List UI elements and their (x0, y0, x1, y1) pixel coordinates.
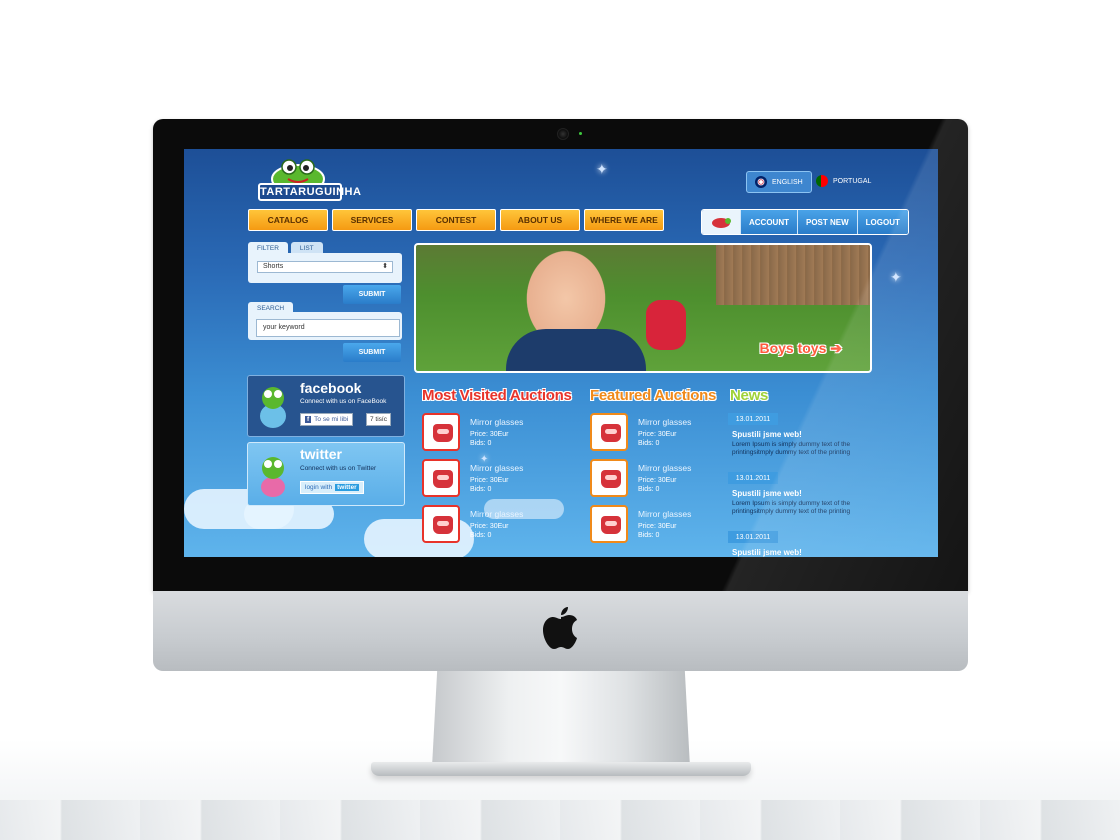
auction-item[interactable]: Mirror glasses Price: 30Eur Bids: 0 (422, 505, 582, 547)
like-label: To se mi libi (314, 416, 349, 423)
login-label: login with (305, 484, 333, 491)
most-visited-title: Most Visited Auctions (422, 387, 572, 404)
post-new-button[interactable]: POST NEW (797, 210, 857, 234)
like-count: 7 tisíc (366, 413, 391, 426)
nav-contest[interactable]: CONTEST (416, 209, 496, 231)
item-name: Mirror glasses (638, 417, 692, 427)
turtle-mascot-icon (702, 210, 740, 234)
nav-services[interactable]: SERVICES (332, 209, 412, 231)
logout-button[interactable]: LOGOUT (856, 210, 908, 234)
facebook-title: facebook (300, 380, 362, 396)
twitter-subtitle: Connect with us on Twitter (300, 465, 377, 472)
nav-where-we-are[interactable]: WHERE WE ARE (584, 209, 664, 231)
select-value: Shorts (263, 263, 284, 270)
glasses-thumbnail (422, 413, 460, 451)
item-price: Price: 30Eur (470, 477, 509, 484)
glasses-thumbnail (590, 413, 628, 451)
child-shirt (506, 329, 646, 371)
star-decoration: ✦ (890, 269, 902, 285)
item-name: Mirror glasses (638, 463, 692, 473)
item-name: Mirror glasses (470, 417, 524, 427)
facebook-box: facebook Connect with us on FaceBook f T… (247, 375, 405, 437)
auction-item[interactable]: Mirror glasses Price: 30Eur Bids: 0 (590, 505, 750, 547)
hero-caption: Boys toys (759, 340, 827, 356)
account-button[interactable]: ACCOUNT (740, 210, 797, 234)
news-headline[interactable]: Spustili jsme web! (732, 489, 802, 498)
facebook-like-button[interactable]: f To se mi libi (300, 413, 354, 426)
item-price: Price: 30Eur (638, 523, 677, 530)
item-name: Mirror glasses (470, 509, 524, 519)
turtle-mascot-icon (260, 387, 286, 428)
portugal-flag-icon (816, 175, 828, 187)
item-bids: Bids: 0 (470, 532, 492, 539)
chevron-down-icon: ⬍ (382, 263, 388, 270)
item-bids: Bids: 0 (470, 440, 492, 447)
star-decoration: ✦ (596, 161, 608, 177)
nav-about-us[interactable]: ABOUT US (500, 209, 580, 231)
monitor-stand-neck (432, 671, 690, 767)
auction-item[interactable]: Mirror glasses Price: 30Eur Bids: 0 (590, 459, 750, 501)
item-bids: Bids: 0 (638, 440, 660, 447)
monitor-stand-foot (371, 762, 751, 776)
news-body: Lorem Ipsum is simply dummy text of the … (732, 441, 851, 456)
featured-title: Featured Auctions (590, 387, 717, 404)
item-bids: Bids: 0 (470, 486, 492, 493)
item-bids: Bids: 0 (638, 486, 660, 493)
wooden-floor (0, 800, 1120, 840)
lang-portugal[interactable]: PORTUGAL (808, 171, 879, 191)
auction-item[interactable]: Mirror glasses Price: 30Eur Bids: 0 (422, 413, 582, 455)
news-body: Lorem Ipsum is simply dummy text of the … (732, 500, 851, 515)
category-select[interactable]: Shorts ⬍ (257, 261, 393, 273)
news-date: 13.01.2011 (728, 531, 778, 543)
facebook-subtitle: Connect with us on FaceBook (300, 398, 387, 405)
news-date: 13.01.2011 (728, 413, 778, 425)
turtle-mascot-icon (261, 457, 285, 497)
news-date: 13.01.2011 (728, 472, 778, 484)
news-headline[interactable]: Spustili jsme web! (732, 430, 802, 439)
item-name: Mirror glasses (638, 509, 692, 519)
twitter-box: twitter Connect with us on Twitter login… (247, 442, 405, 506)
nav-catalog[interactable]: CATALOG (248, 209, 328, 231)
site-logo-text[interactable]: TARTARUGUINHA (258, 183, 361, 201)
glasses-thumbnail (422, 505, 460, 543)
item-price: Price: 30Eur (470, 431, 509, 438)
webcam-icon (557, 128, 569, 140)
glasses-thumbnail (422, 459, 460, 497)
item-price: Price: 30Eur (638, 431, 677, 438)
red-toy (646, 300, 686, 350)
glasses-thumbnail (590, 505, 628, 543)
account-bar: ACCOUNT POST NEW LOGOUT (701, 209, 909, 235)
twitter-brand: twitter (335, 484, 359, 491)
news-title: News (730, 387, 768, 404)
glasses-thumbnail (590, 459, 628, 497)
item-bids: Bids: 0 (638, 532, 660, 539)
item-price: Price: 30Eur (638, 477, 677, 484)
apple-logo-icon (543, 607, 577, 649)
lang-label: PORTUGAL (833, 177, 872, 185)
website-screen: ✦ ✦ ✦ TARTARUGUINHA ENGLISH PORTUGAL CAT… (184, 149, 938, 557)
uk-flag-icon (755, 176, 767, 188)
fence-background (716, 245, 870, 305)
auction-item[interactable]: Mirror glasses Price: 30Eur Bids: 0 (590, 413, 750, 455)
twitter-title: twitter (300, 446, 342, 462)
news-headline[interactable]: Spustili jsme web! (732, 548, 802, 557)
facebook-f-icon: f (305, 416, 312, 423)
item-price: Price: 30Eur (470, 523, 509, 530)
arrow-right-icon: ➔ (830, 340, 842, 356)
lang-label: ENGLISH (772, 178, 803, 186)
item-name: Mirror glasses (470, 463, 524, 473)
hero-banner[interactable]: Boys toys ➔ (414, 243, 872, 373)
hero-caption-link[interactable]: Boys toys ➔ (759, 340, 842, 357)
auction-item[interactable]: Mirror glasses Price: 30Eur Bids: 0 (422, 459, 582, 501)
lang-english[interactable]: ENGLISH (746, 171, 812, 193)
search-submit-button[interactable]: SUBMIT (343, 343, 401, 362)
twitter-login-button[interactable]: login with twitter (300, 481, 364, 494)
filter-submit-button[interactable]: SUBMIT (343, 285, 401, 304)
main-nav: CATALOG SERVICES CONTEST ABOUT US WHERE … (248, 209, 664, 231)
camera-led (579, 132, 582, 135)
search-input[interactable]: your keyword (256, 319, 400, 337)
